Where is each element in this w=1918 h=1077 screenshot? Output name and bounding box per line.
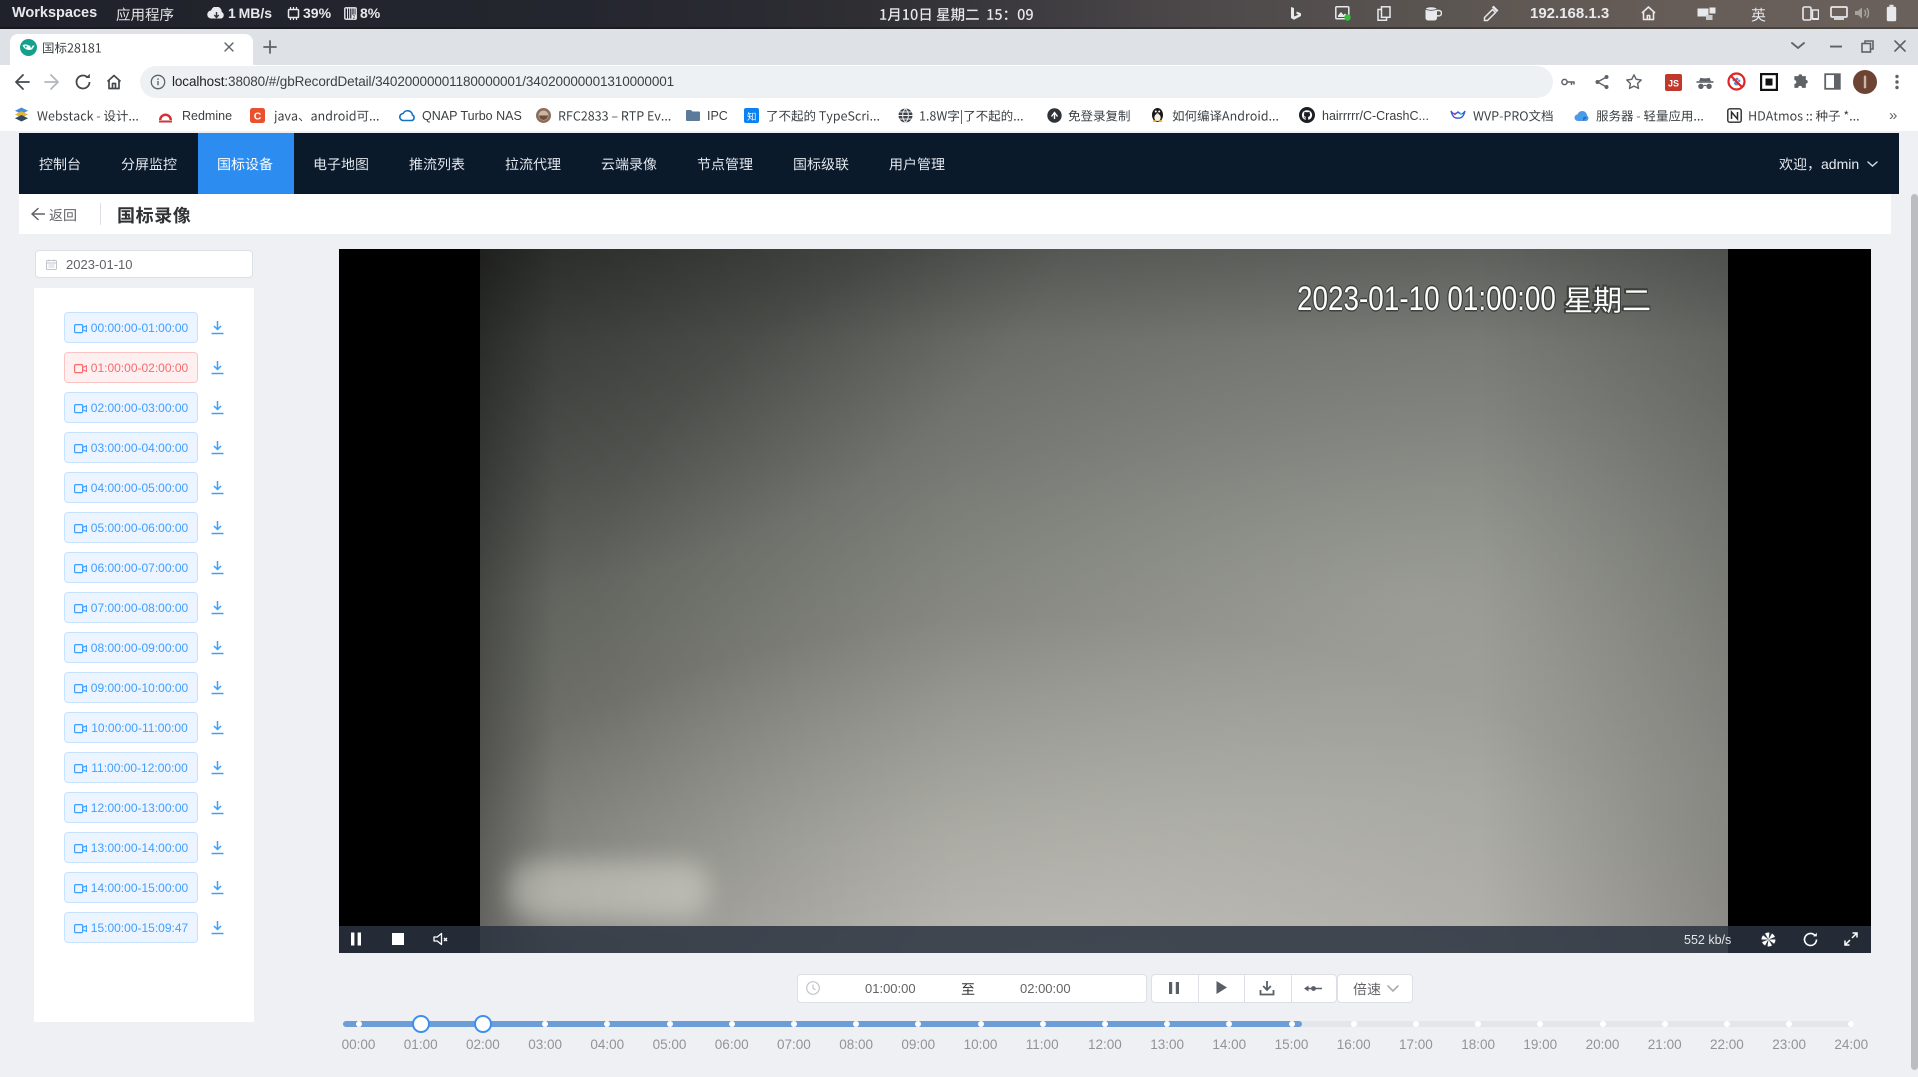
svg-text:2: 2 [353, 15, 356, 20]
svg-text:C: C [254, 111, 262, 123]
svg-text:JS: JS [1668, 79, 1679, 89]
